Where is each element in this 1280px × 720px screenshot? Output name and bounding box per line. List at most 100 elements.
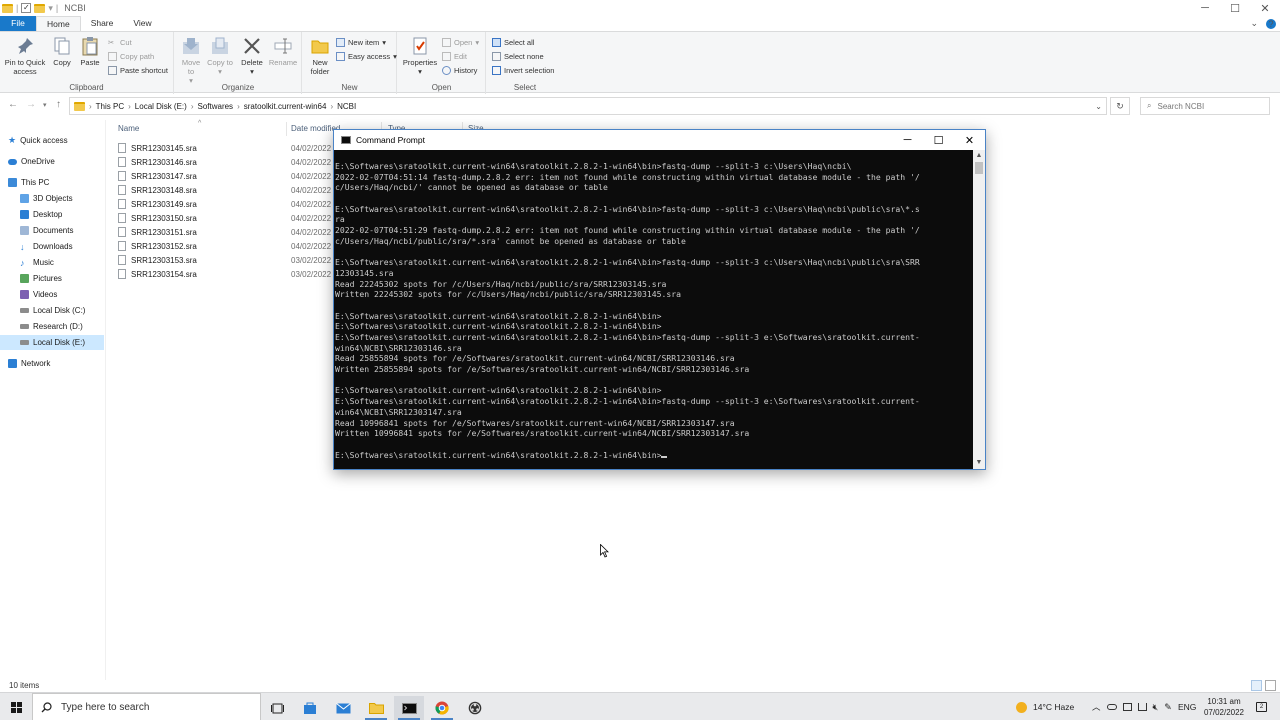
group-label-select: Select xyxy=(513,83,537,92)
show-hidden-icons-chevron-icon[interactable]: ︿ xyxy=(1092,701,1101,713)
tab-view[interactable]: View xyxy=(123,16,161,31)
address-bar[interactable]: › This PC › Local Disk (E:) › Softwares … xyxy=(69,97,1107,115)
notifications-button[interactable]: 2 xyxy=(1256,693,1267,720)
forward-arrow-icon[interactable]: → xyxy=(26,99,36,110)
file-icon xyxy=(118,171,126,181)
close-button[interactable]: ✕ xyxy=(1250,2,1280,15)
breadcrumb-softwares[interactable]: Softwares xyxy=(197,102,233,111)
nav-documents[interactable]: Documents xyxy=(20,223,104,238)
taskbar-file-explorer-app[interactable] xyxy=(361,696,391,720)
folder-icon xyxy=(74,101,85,111)
cmd-maximize-button[interactable]: ☐ xyxy=(923,134,954,147)
history-icon xyxy=(442,66,451,75)
nav-downloads[interactable]: ↓ Downloads xyxy=(20,239,104,254)
breadcrumb-this-pc[interactable]: This PC xyxy=(96,102,124,111)
nav-this-pc[interactable]: This PC xyxy=(8,175,112,190)
search-box[interactable]: ⌕ Search NCBI xyxy=(1140,97,1270,115)
copy-to-button[interactable]: Copy to ▾ xyxy=(207,36,233,76)
back-arrow-icon[interactable]: ← xyxy=(8,99,18,110)
nav-quick-access[interactable]: ★ Quick access xyxy=(8,133,112,148)
nav-onedrive[interactable]: OneDrive xyxy=(8,154,112,169)
file-icon xyxy=(118,199,126,209)
new-item-button[interactable]: New item ▾ xyxy=(336,38,386,47)
pin-quick-access-button[interactable]: Pin to Quick access xyxy=(3,36,47,76)
copy-path-button[interactable]: Copy path xyxy=(108,52,154,61)
pen-tray-icon[interactable]: ✎ xyxy=(1164,702,1172,713)
network-tray-icon[interactable] xyxy=(1137,703,1147,711)
taskbar-chrome-app[interactable] xyxy=(427,696,457,720)
minimize-button[interactable]: ─ xyxy=(1190,2,1220,15)
console-output[interactable]: E:\Softwares\sratoolkit.current-win64\sr… xyxy=(335,161,971,466)
drive-icon xyxy=(20,340,29,345)
scroll-down-arrow-icon[interactable]: ▼ xyxy=(973,457,985,469)
scroll-thumb[interactable] xyxy=(975,162,983,174)
expand-ribbon-chevron-icon[interactable]: ⌄ xyxy=(1250,18,1258,29)
large-icons-view-icon[interactable] xyxy=(1265,680,1276,691)
display-tray-icon[interactable] xyxy=(1122,703,1132,711)
cmd-titlebar[interactable]: Command Prompt ─ ☐ ✕ xyxy=(334,130,985,150)
details-view-icon[interactable] xyxy=(1251,680,1262,691)
address-dropdown-chevron-icon[interactable]: ⌄ xyxy=(1095,102,1106,111)
help-icon[interactable]: ? xyxy=(1266,18,1276,29)
onedrive-tray-icon[interactable] xyxy=(1106,704,1117,710)
start-button[interactable] xyxy=(0,693,32,720)
paste-shortcut-button[interactable]: Paste shortcut xyxy=(108,66,168,75)
weather-widget[interactable]: 14°C Haze xyxy=(1016,693,1074,720)
nav-3d-objects[interactable]: 3D Objects xyxy=(20,191,104,206)
properties-button[interactable]: Properties ▾ xyxy=(401,36,439,76)
tab-file[interactable]: File xyxy=(0,16,36,31)
move-to-button[interactable]: Move to ▾ xyxy=(178,36,204,85)
recent-chevron-icon[interactable]: ▾ xyxy=(43,101,47,109)
nav-network[interactable]: Network xyxy=(8,356,112,371)
refresh-button[interactable]: ↻ xyxy=(1110,97,1130,115)
history-button[interactable]: History xyxy=(442,66,477,75)
delete-button[interactable]: Delete ▾ xyxy=(239,36,265,76)
command-prompt-window[interactable]: Command Prompt ─ ☐ ✕ E:\Softwares\sratoo… xyxy=(333,129,986,470)
tab-home[interactable]: Home xyxy=(36,16,81,31)
invert-selection-button[interactable]: Invert selection xyxy=(492,66,554,75)
paste-button[interactable]: Paste xyxy=(77,36,103,67)
nav-research-d[interactable]: Research (D:) xyxy=(20,319,104,334)
file-icon xyxy=(118,227,126,237)
cmd-minimize-button[interactable]: ─ xyxy=(892,134,923,147)
new-folder-button[interactable]: New folder xyxy=(306,36,334,76)
scroll-up-arrow-icon[interactable]: ▲ xyxy=(973,150,985,162)
language-indicator[interactable]: ENG xyxy=(1178,693,1196,720)
customize-chevron-icon[interactable]: ▾ xyxy=(48,3,53,14)
nav-local-disk-c[interactable]: Local Disk (C:) xyxy=(20,303,104,318)
rename-button[interactable]: Rename xyxy=(268,36,298,67)
easy-access-button[interactable]: Easy access ▾ xyxy=(336,52,397,61)
column-header-name[interactable]: Name xyxy=(118,124,139,133)
new-folder-icon[interactable] xyxy=(34,3,46,13)
breadcrumb-local-disk-e[interactable]: Local Disk (E:) xyxy=(135,102,187,111)
nav-videos[interactable]: Videos xyxy=(20,287,104,302)
nav-local-disk-e[interactable]: Local Disk (E:) xyxy=(0,335,104,350)
taskbar-obs-app[interactable] xyxy=(460,696,490,720)
breadcrumb-sratoolkit[interactable]: sratoolkit.current-win64 xyxy=(244,102,327,111)
tab-share[interactable]: Share xyxy=(81,16,124,31)
select-none-button[interactable]: Select none xyxy=(492,52,544,61)
nav-pictures[interactable]: Pictures xyxy=(20,271,104,286)
properties-check-icon[interactable]: ✓ xyxy=(21,3,32,13)
cmd-close-button[interactable]: ✕ xyxy=(954,134,985,147)
breadcrumb-ncbi[interactable]: NCBI xyxy=(337,102,356,111)
copy-button[interactable]: Copy xyxy=(50,36,74,67)
select-all-button[interactable]: Select all xyxy=(492,38,534,47)
nav-desktop[interactable]: Desktop xyxy=(20,207,104,222)
taskbar-mail-app[interactable] xyxy=(328,696,358,720)
taskbar-clock[interactable]: 10:31 am 07/02/2022 xyxy=(1196,696,1252,718)
volume-muted-icon[interactable]: 🔇︎ xyxy=(1153,702,1159,713)
nav-music[interactable]: ♪ Music xyxy=(20,255,104,270)
cut-button[interactable]: ✂ Cut xyxy=(108,38,132,47)
up-arrow-icon[interactable]: ↑ xyxy=(56,99,61,110)
network-icon xyxy=(8,359,17,368)
taskbar-store-app[interactable] xyxy=(295,696,325,720)
cmd-title: Command Prompt xyxy=(356,135,425,145)
taskbar-search[interactable]: Type here to search xyxy=(32,693,261,720)
taskbar-command-prompt-app[interactable] xyxy=(394,696,424,720)
maximize-button[interactable]: ☐ xyxy=(1220,2,1250,15)
task-view-button[interactable] xyxy=(262,696,292,720)
edit-button[interactable]: Edit xyxy=(442,52,467,61)
cmd-scrollbar[interactable]: ▲ ▼ xyxy=(973,150,985,469)
open-button[interactable]: Open ▾ xyxy=(442,38,479,47)
